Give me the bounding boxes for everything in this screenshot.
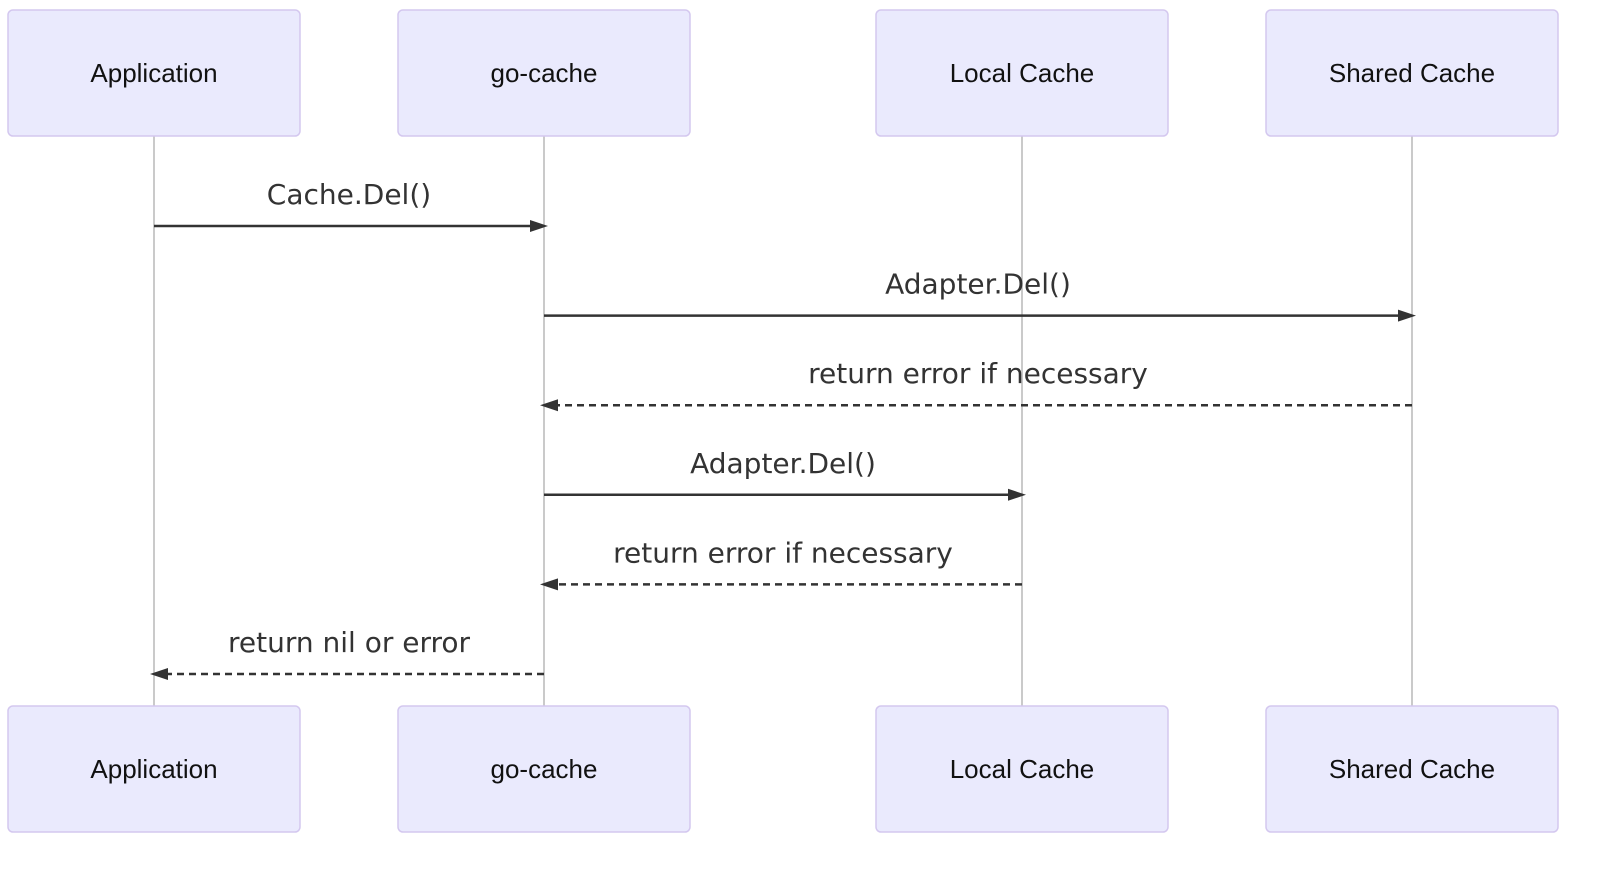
arrowhead-icon [150,668,168,680]
arrowhead-icon [530,220,548,232]
actor-label: go-cache [491,58,598,88]
lifelines [153,136,1413,706]
actor-shared-bottom[interactable]: Shared Cache [1265,705,1559,833]
actor-app-bottom[interactable]: Application [7,705,301,833]
actor-gocache-bottom[interactable]: go-cache [397,705,691,833]
actor-label: Application [90,58,217,88]
message-label: return error if necessary [808,357,1148,390]
sequence-diagram: Application go-cache Local Cache Shared Cac… [7,9,1559,833]
message-label: Cache.Del() [267,178,431,211]
arrowhead-icon [540,578,558,591]
message-6: return nil or error [150,626,544,680]
actor-app-top[interactable]: Application [7,9,301,137]
actors-bottom: Application go-cache Local Cache Shared Cac… [7,705,1559,833]
arrowhead-icon [1398,309,1416,322]
message-3: return error if necessary [540,357,1412,412]
actor-label: Shared Cache [1329,754,1495,784]
message-label: Adapter.Del() [885,268,1071,301]
message-2: Adapter.Del() [544,268,1416,322]
actors-top: Application go-cache Local Cache Shared Cac… [7,9,1559,137]
actor-local-top[interactable]: Local Cache [875,9,1169,137]
actor-label: Shared Cache [1329,58,1495,88]
arrowhead-icon [540,399,558,412]
actor-label: Application [90,754,217,784]
actor-gocache-top[interactable]: go-cache [397,9,691,137]
actor-shared-top[interactable]: Shared Cache [1265,9,1559,137]
message-label: return nil or error [228,626,471,659]
message-1: Cache.Del() [154,178,548,232]
actor-label: go-cache [491,754,598,784]
message-label: Adapter.Del() [690,447,876,480]
actor-label: Local Cache [950,58,1095,88]
message-label: return error if necessary [613,536,953,569]
message-4: Adapter.Del() [544,447,1026,501]
actor-label: Local Cache [950,754,1095,784]
message-5: return error if necessary [540,536,1022,591]
arrowhead-icon [1008,488,1026,501]
messages: Cache.Del() Adapter.Del() return error if … [150,178,1416,680]
actor-local-bottom[interactable]: Local Cache [875,705,1169,833]
